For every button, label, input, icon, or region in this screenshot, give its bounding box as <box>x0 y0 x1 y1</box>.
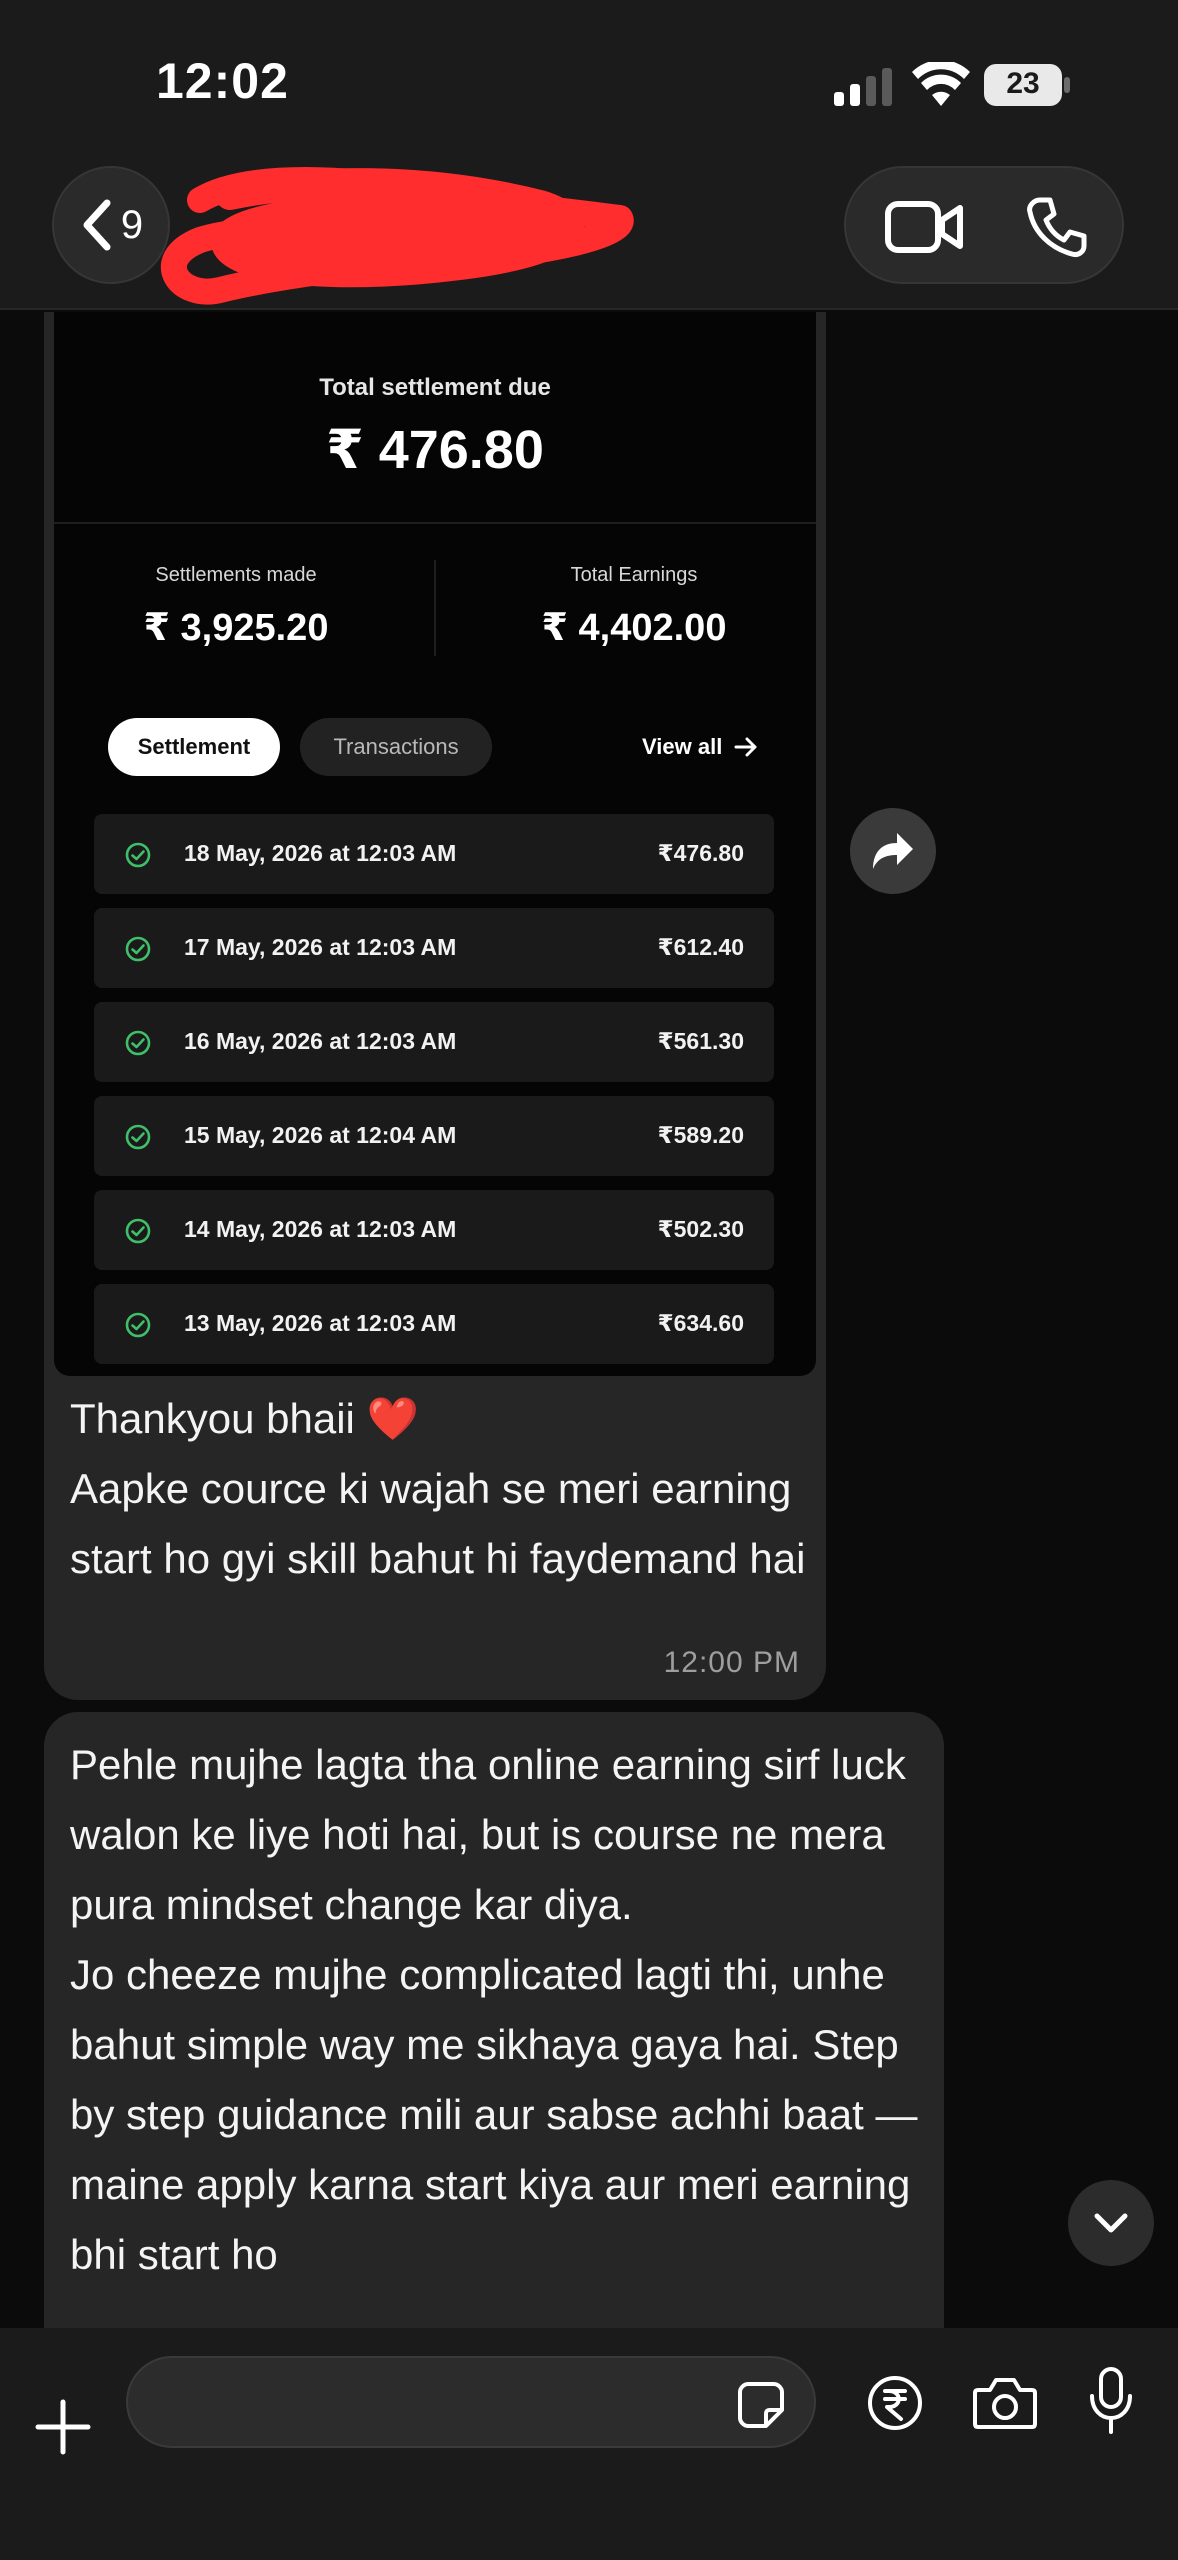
settlement-row: 17 May, 2026 at 12:03 AM ₹612.40 <box>94 908 774 988</box>
phone-icon[interactable] <box>1026 196 1088 258</box>
settlement-date: 17 May, 2026 at 12:03 AM <box>184 934 457 960</box>
settlement-amount: ₹634.60 <box>657 1310 744 1336</box>
message-bubble-text[interactable]: Pehle mujhe lagta tha online earning sir… <box>44 1712 944 2328</box>
heart-emoji: ❤️ <box>366 1394 419 1443</box>
back-button[interactable]: 9 <box>52 166 170 284</box>
cellular-signal-icon <box>834 68 892 106</box>
settlement-row: 13 May, 2026 at 12:03 AM ₹634.60 <box>94 1284 774 1364</box>
check-circle-icon <box>125 1124 151 1150</box>
battery-percent: 23 <box>1006 67 1040 100</box>
message-input-wrapper[interactable] <box>126 2356 816 2448</box>
check-circle-icon <box>125 936 151 962</box>
message-body: Aapke cource ki wajah se meri earning st… <box>70 1465 806 1582</box>
view-all-link: View all <box>642 718 758 776</box>
total-earnings-stat: Total Earnings ₹ 4,402.00 <box>454 564 814 650</box>
scroll-to-bottom-button[interactable] <box>1068 2180 1154 2266</box>
settlement-date: 13 May, 2026 at 12:03 AM <box>184 1310 457 1336</box>
settlements-made-label: Settlements made <box>155 564 317 586</box>
settlement-row: 16 May, 2026 at 12:03 AM ₹561.30 <box>94 1002 774 1082</box>
settlement-amount: ₹502.30 <box>657 1216 744 1242</box>
stat-divider <box>434 560 436 656</box>
message-body: Pehle mujhe lagta tha online earning sir… <box>70 1741 918 2278</box>
settlement-date: 16 May, 2026 at 12:03 AM <box>184 1028 457 1054</box>
total-earnings-value: ₹ 4,402.00 <box>541 607 727 649</box>
tab-transactions: Transactions <box>300 718 492 776</box>
message-input[interactable] <box>158 2380 718 2424</box>
share-arrow-icon <box>873 833 913 869</box>
shared-screenshot[interactable]: Total settlement due ₹ 476.80 Settlement… <box>54 312 816 1376</box>
check-circle-icon <box>125 1030 151 1056</box>
view-all-label: View all <box>642 734 723 759</box>
composer-bar <box>0 2328 1178 2560</box>
plus-icon[interactable] <box>34 2398 92 2456</box>
chevron-left-icon <box>83 199 111 251</box>
settlement-date: 15 May, 2026 at 12:04 AM <box>184 1122 457 1148</box>
camera-icon[interactable] <box>972 2374 1038 2432</box>
settlements-made-value: ₹ 3,925.20 <box>143 607 329 649</box>
message-text: Thankyou bhaii ❤️ Aapke cource ki wajah … <box>70 1384 810 1594</box>
battery-indicator: 23 <box>984 64 1070 106</box>
tab-settlement: Settlement <box>108 718 280 776</box>
call-actions <box>844 166 1124 284</box>
settlement-amount: ₹476.80 <box>657 840 744 866</box>
forward-button[interactable] <box>850 808 936 894</box>
check-circle-icon <box>125 1312 151 1338</box>
settlements-made-stat: Settlements made ₹ 3,925.20 <box>56 564 416 650</box>
arrow-right-icon <box>734 737 757 757</box>
settlement-row: 18 May, 2026 at 12:03 AM ₹476.80 <box>94 814 774 894</box>
message-line: Thankyou bhaii <box>70 1395 355 1442</box>
message-timestamp: 12:00 PM <box>663 1646 800 1679</box>
microphone-icon[interactable] <box>1086 2366 1136 2436</box>
rupee-icon[interactable] <box>866 2374 924 2432</box>
check-circle-icon <box>125 842 151 868</box>
wifi-icon <box>912 62 970 106</box>
contact-name-redaction[interactable] <box>160 160 640 310</box>
settlement-row: 14 May, 2026 at 12:03 AM ₹502.30 <box>94 1190 774 1270</box>
settlement-amount: ₹589.20 <box>657 1122 744 1148</box>
settlement-amount: ₹612.40 <box>657 934 744 960</box>
total-earnings-label: Total Earnings <box>570 564 698 586</box>
status-bar: 12:02 23 <box>0 0 1178 160</box>
settlement-row: 15 May, 2026 at 12:04 AM ₹589.20 <box>94 1096 774 1176</box>
settlement-date: 18 May, 2026 at 12:03 AM <box>184 840 457 866</box>
settlement-due-value: ₹ 476.80 <box>326 420 544 480</box>
sticker-icon[interactable] <box>736 2380 786 2430</box>
settlement-list: 18 May, 2026 at 12:03 AM ₹476.80 17 May,… <box>94 814 774 1376</box>
check-circle-icon <box>125 1218 151 1244</box>
settlement-amount: ₹561.30 <box>657 1028 744 1054</box>
settlement-due-label: Total settlement due <box>319 374 551 401</box>
chat-header: 9 <box>0 160 1178 310</box>
divider <box>54 522 816 524</box>
message-list[interactable]: Total settlement due ₹ 476.80 Settlement… <box>0 312 1178 2328</box>
unread-count: 9 <box>120 202 144 247</box>
message-bubble-image[interactable]: Total settlement due ₹ 476.80 Settlement… <box>44 312 826 1700</box>
video-camera-icon[interactable] <box>884 198 964 256</box>
settlement-date: 14 May, 2026 at 12:03 AM <box>184 1216 457 1242</box>
chevron-down-icon <box>1094 2213 1128 2233</box>
status-time: 12:02 <box>156 53 289 109</box>
